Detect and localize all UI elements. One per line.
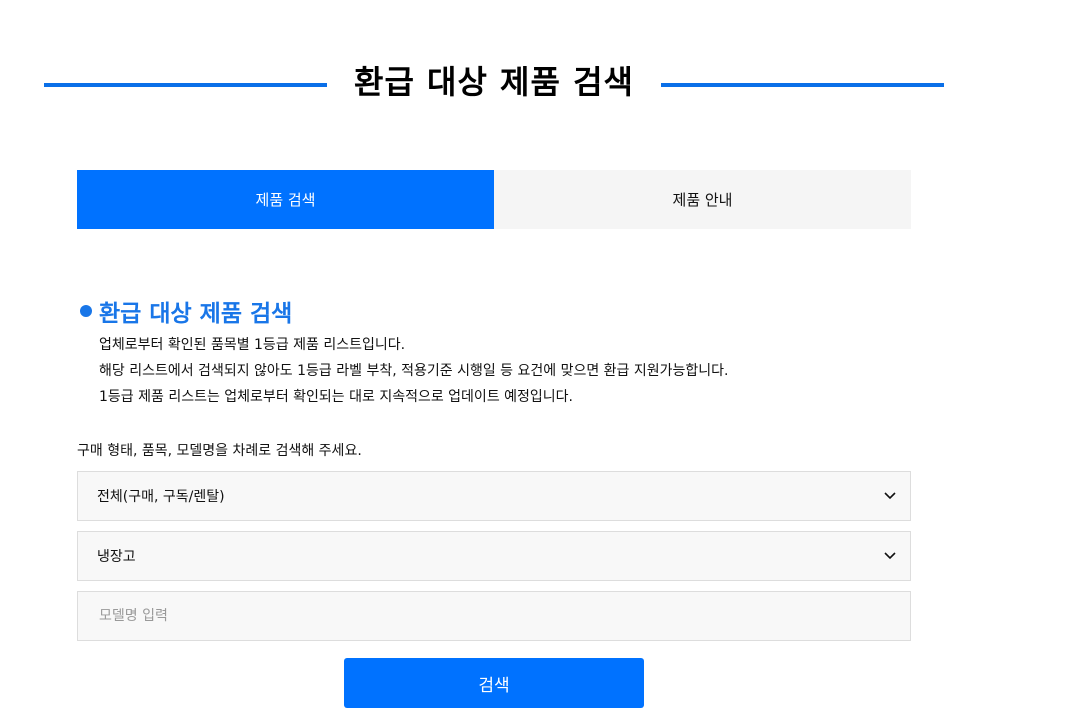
model-name-input[interactable] bbox=[97, 607, 881, 625]
chevron-down-icon bbox=[882, 488, 898, 504]
description-line: 해당 리스트에서 검색되지 않아도 1등급 라벨 부착, 적용기준 시행일 등 … bbox=[99, 363, 729, 379]
description-list: 업체로부터 확인된 품목별 1등급 제품 리스트입니다. 해당 리스트에서 검색… bbox=[99, 332, 729, 410]
model-name-field bbox=[77, 591, 911, 641]
category-value: 냉장고 bbox=[97, 549, 136, 565]
description-line: 1등급 제품 리스트는 업체로부터 확인되는 대로 지속적으로 업데이트 예정입… bbox=[99, 389, 573, 405]
section-heading: 환급 대상 제품 검색 bbox=[77, 294, 292, 328]
title-divider-left bbox=[44, 83, 327, 87]
search-button[interactable]: 검색 bbox=[344, 658, 644, 708]
description-line: 업체로부터 확인된 품목별 1등급 제품 리스트입니다. bbox=[99, 337, 406, 353]
page-header: 환급 대상 제품 검색 bbox=[0, 52, 1079, 112]
section-heading-text: 환급 대상 제품 검색 bbox=[99, 301, 293, 327]
bullet-dot-icon bbox=[80, 305, 92, 317]
tab-product-info[interactable]: 제품 안내 bbox=[494, 170, 911, 229]
page-title: 환급 대상 제품 검색 bbox=[354, 63, 634, 101]
purchase-type-value: 전체(구매, 구독/렌탈) bbox=[97, 489, 225, 505]
category-select[interactable]: 냉장고 bbox=[77, 531, 911, 581]
search-instruction: 구매 형태, 품목, 모델명을 차례로 검색해 주세요. bbox=[77, 443, 362, 459]
tab-bar: 제품 검색 제품 안내 bbox=[77, 170, 911, 229]
tab-product-search[interactable]: 제품 검색 bbox=[77, 170, 494, 229]
chevron-down-icon bbox=[882, 548, 898, 564]
purchase-type-select[interactable]: 전체(구매, 구독/렌탈) bbox=[77, 471, 911, 521]
title-divider-right bbox=[661, 83, 944, 87]
